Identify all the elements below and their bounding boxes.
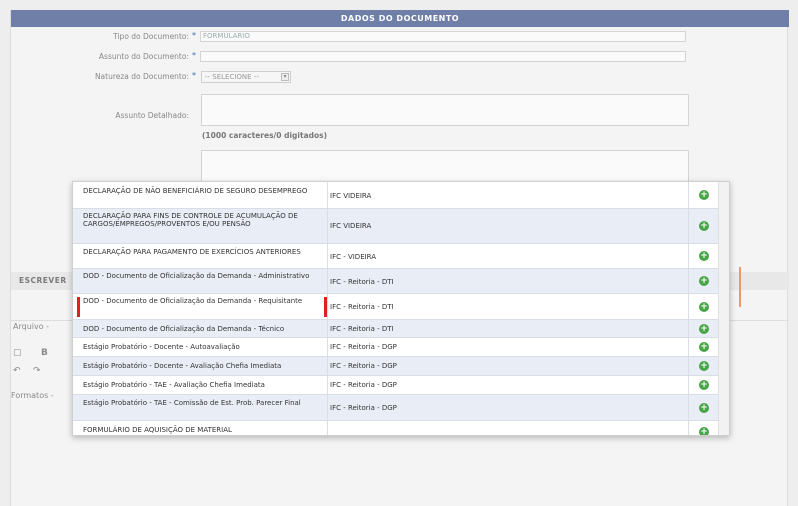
list-item-name: Estágio Probatório - TAE - Avaliação Che… xyxy=(83,381,265,389)
add-icon[interactable]: + xyxy=(699,251,709,261)
required-mark: * xyxy=(192,31,196,40)
list-item-name: FORMULÁRIO DE AQUISIÇÃO DE MATERIAL xyxy=(83,426,232,434)
list-item-name: DECLARAÇÃO PARA FINS DE CONTROLE DE ACUM… xyxy=(83,212,298,228)
tipo-label: Tipo do Documento: xyxy=(113,32,189,41)
list-item[interactable]: DECLARAÇÃO PARA PAGAMENTO DE EXERCÍCIOS … xyxy=(73,244,729,269)
menu-arquivo[interactable]: Arquivo - xyxy=(13,322,49,331)
char-count-hint: (1000 caracteres/0 digitados) xyxy=(202,131,328,140)
detalhado-label: Assunto Detalhado: xyxy=(115,111,189,120)
list-item-org: IFC - Reitoria - DGP xyxy=(330,381,397,389)
list-item-name: DOD - Documento de Oficialização da Dema… xyxy=(83,325,285,333)
add-icon[interactable]: + xyxy=(699,380,709,390)
list-item-name: Estágio Probatório - TAE - Comissão de E… xyxy=(83,399,301,407)
add-icon[interactable]: + xyxy=(699,221,709,231)
list-item-org: IFC - Reitoria - DTI xyxy=(330,303,394,311)
list-item[interactable]: Estágio Probatório - TAE - Avaliação Che… xyxy=(73,376,729,395)
list-item-selected[interactable]: DOD - Documento de Oficialização da Dema… xyxy=(73,294,729,320)
tipo-input[interactable]: FORMULARIO xyxy=(200,31,686,42)
list-item-org: IFC VIDEIRA xyxy=(330,192,372,200)
form-header: DADOS DO DOCUMENTO xyxy=(11,10,789,27)
list-item-org: IFC VIDEIRA xyxy=(330,222,372,230)
natureza-label: Natureza do Documento: xyxy=(94,72,189,81)
add-icon[interactable]: + xyxy=(699,276,709,286)
list-item-name: Estágio Probatório - Docente - Autoavali… xyxy=(83,343,240,351)
escrever-section-label: ESCREVER xyxy=(19,276,67,285)
list-item[interactable]: Estágio Probatório - TAE - Comissão de E… xyxy=(73,395,729,421)
scroll-indicator xyxy=(739,267,741,307)
add-icon[interactable]: + xyxy=(699,190,709,200)
list-item-name: DOD - Documento de Oficialização da Dema… xyxy=(83,272,310,280)
highlight-marker xyxy=(324,297,327,317)
add-icon[interactable]: + xyxy=(699,403,709,413)
list-item[interactable]: Estágio Probatório - Docente - Autoavali… xyxy=(73,338,729,357)
list-item-org: IFC - Reitoria - DGP xyxy=(330,404,397,412)
bold-button[interactable]: B xyxy=(41,348,48,358)
list-item[interactable]: FORMULÁRIO DE AQUISIÇÃO DE MATERIAL + xyxy=(73,421,729,435)
list-item-name: DOD - Documento de Oficialização da Dema… xyxy=(83,297,303,305)
list-item-org: IFC - Reitoria - DTI xyxy=(330,278,394,286)
menu-formatos[interactable]: Formatos - xyxy=(11,391,54,400)
assunto-label: Assunto do Documento: xyxy=(98,52,189,61)
add-icon[interactable]: + xyxy=(699,427,709,435)
list-item-org: IFC - Reitoria - DGP xyxy=(330,343,397,351)
list-item-org: IFC - VIDEIRA xyxy=(330,253,377,261)
popup-scrollbar[interactable] xyxy=(718,182,729,435)
new-doc-icon[interactable]: ▢ xyxy=(13,348,22,358)
list-item-org: IFC - Reitoria - DGP xyxy=(330,362,397,370)
list-item-org: IFC - Reitoria - DTI xyxy=(330,325,394,333)
list-item[interactable]: DOD - Documento de Oficialização da Dema… xyxy=(73,320,729,338)
list-item-name: Estágio Probatório - Docente - Avaliação… xyxy=(83,362,282,370)
list-item[interactable]: DOD - Documento de Oficialização da Dema… xyxy=(73,269,729,294)
add-icon[interactable]: + xyxy=(699,361,709,371)
undo-icon[interactable]: ↶ xyxy=(13,366,21,376)
add-icon[interactable]: + xyxy=(699,324,709,334)
chevron-down-icon: ▾ xyxy=(281,73,289,81)
natureza-select[interactable]: -- SELECIONE -- ▾ xyxy=(201,71,291,83)
highlight-marker xyxy=(77,297,80,317)
required-mark: * xyxy=(192,51,196,60)
list-item-name: DECLARAÇÃO DE NÃO BENEFICIÁRIO DE SEGURO… xyxy=(83,187,308,195)
document-type-popup: DECLARAÇÃO DE NÃO BENEFICIÁRIO DE SEGURO… xyxy=(72,181,730,436)
required-mark: * xyxy=(192,71,196,80)
add-icon[interactable]: + xyxy=(699,302,709,312)
list-item[interactable]: DECLARAÇÃO DE NÃO BENEFICIÁRIO DE SEGURO… xyxy=(73,182,729,209)
list-item-name: DECLARAÇÃO PARA PAGAMENTO DE EXERCÍCIOS … xyxy=(83,248,301,256)
list-item[interactable]: DECLARAÇÃO PARA FINS DE CONTROLE DE ACUM… xyxy=(73,209,729,244)
redo-icon[interactable]: ↷ xyxy=(33,366,41,376)
detalhado-textarea[interactable] xyxy=(201,94,689,126)
assunto-input[interactable] xyxy=(200,51,686,62)
list-item[interactable]: Estágio Probatório - Docente - Avaliação… xyxy=(73,357,729,376)
add-icon[interactable]: + xyxy=(699,342,709,352)
natureza-select-value: -- SELECIONE -- xyxy=(205,73,259,81)
